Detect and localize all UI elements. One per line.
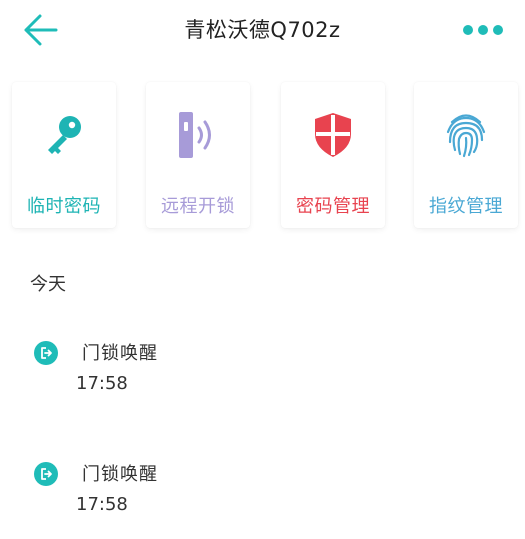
exit-door-icon — [34, 341, 58, 365]
log-item-time: 17:58 — [76, 494, 128, 515]
lock-detail-screen: 青松沃德Q702z 临时密码 远程开锁 密码管理 指纹管理 今天 门锁唤醒 17… — [0, 0, 525, 539]
page-title: 青松沃德Q702z — [184, 18, 341, 42]
shield-icon — [315, 113, 351, 157]
remote-unlock-label: 远程开锁 — [161, 196, 235, 217]
temp-password-card[interactable]: 临时密码 — [12, 82, 116, 228]
log-item-title: 门锁唤醒 — [82, 343, 158, 364]
back-button[interactable] — [18, 10, 62, 50]
log-section-title: 今天 — [30, 274, 66, 295]
fingerprint-icon — [446, 114, 486, 158]
more-button[interactable] — [459, 18, 507, 42]
remote-signal-icon — [179, 112, 211, 158]
log-item[interactable]: 门锁唤醒 17:58 — [30, 462, 490, 532]
password-manage-label: 密码管理 — [296, 196, 370, 217]
password-manage-card[interactable]: 密码管理 — [281, 82, 385, 228]
back-arrow-icon — [24, 14, 58, 46]
top-bar: 青松沃德Q702z — [0, 0, 525, 62]
more-dots-icon — [463, 25, 503, 35]
log-item-title: 门锁唤醒 — [82, 464, 158, 485]
key-icon — [48, 116, 81, 154]
log-item-time: 17:58 — [76, 373, 128, 394]
action-grid: 临时密码 远程开锁 密码管理 指纹管理 — [10, 82, 518, 230]
remote-unlock-card[interactable]: 远程开锁 — [146, 82, 250, 228]
log-item[interactable]: 门锁唤醒 17:58 — [30, 341, 490, 411]
temp-password-label: 临时密码 — [27, 196, 101, 217]
exit-door-icon — [34, 462, 58, 486]
fingerprint-manage-card[interactable]: 指纹管理 — [414, 82, 518, 228]
fingerprint-manage-label: 指纹管理 — [429, 196, 503, 217]
